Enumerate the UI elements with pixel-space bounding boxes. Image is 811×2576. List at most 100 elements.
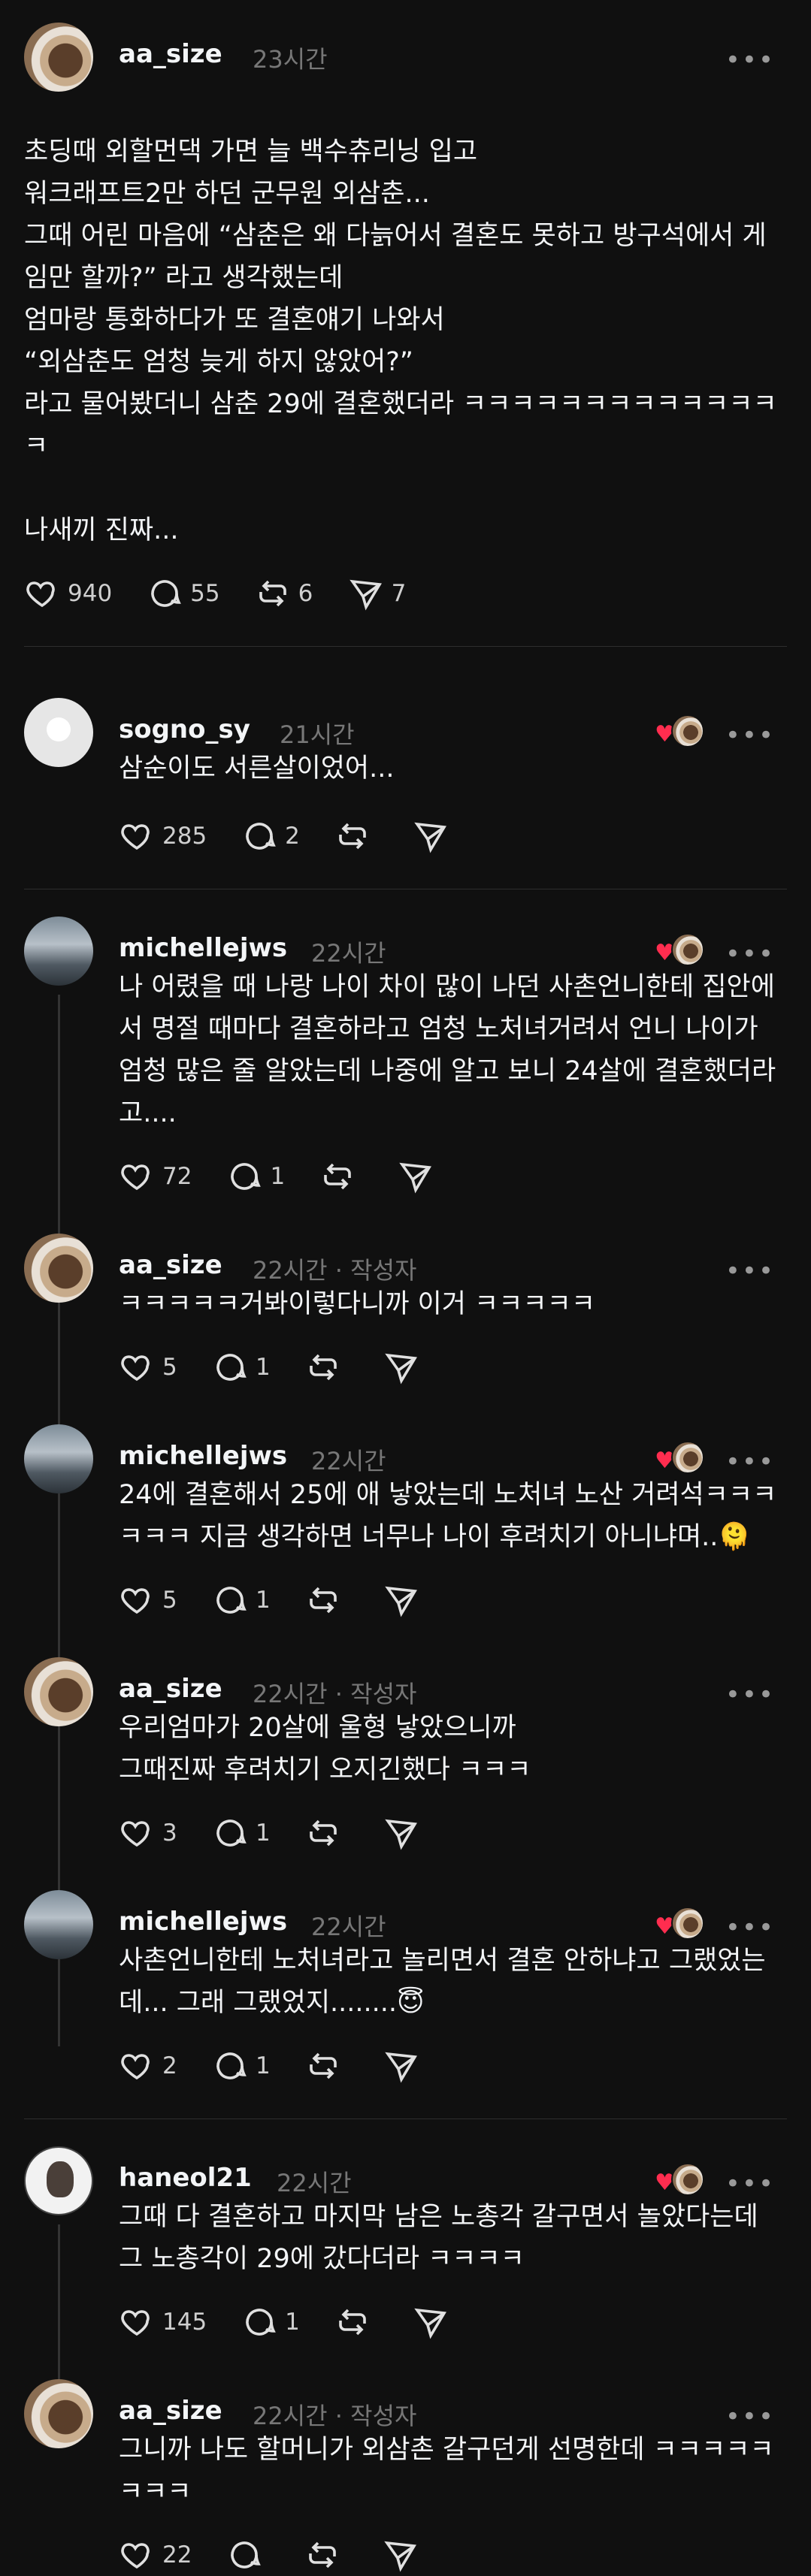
more-options-icon[interactable]: ••• [725, 720, 775, 750]
avatar[interactable] [24, 2379, 93, 2448]
liked-by-author-badge: ♥ [655, 2163, 704, 2199]
avatar[interactable] [24, 698, 93, 767]
more-options-icon[interactable]: ••• [725, 1447, 775, 1477]
username[interactable]: sogno_sy [119, 714, 250, 744]
share-button[interactable] [383, 2537, 426, 2573]
username[interactable]: haneol21 [119, 2163, 252, 2193]
heart-icon [121, 824, 150, 850]
share-button[interactable]: 7 [348, 575, 407, 612]
like-button[interactable]: 145 [119, 2304, 207, 2340]
share-button[interactable] [383, 2048, 427, 2084]
like-button[interactable]: 3 [119, 1815, 177, 1851]
more-options-icon[interactable]: ••• [725, 1680, 775, 1710]
repost-button[interactable] [305, 1349, 349, 1385]
repost-button[interactable] [305, 2048, 349, 2084]
reply: aa_size 22시간 · 작성자 ••• 우리엄마가 20살에 울형 낳았으… [0, 1621, 811, 1854]
comment-bubble-icon [151, 580, 181, 607]
share-button[interactable] [413, 2304, 456, 2340]
reply-header: aa_size 22시간 · 작성자 ••• [24, 1234, 787, 1309]
like-button[interactable]: 940 [24, 575, 112, 612]
reply-header: michellejws 22시간 ♥ ••• [24, 917, 787, 992]
like-count: 285 [162, 823, 207, 850]
comment-button[interactable]: 1 [241, 2304, 300, 2340]
comment-button[interactable]: 1 [212, 1815, 271, 1851]
repost-icon [339, 2309, 366, 2336]
avatar[interactable] [24, 917, 93, 986]
repost-button[interactable] [305, 1815, 349, 1851]
like-count: 3 [162, 1820, 177, 1847]
comment-button[interactable]: 1 [212, 1349, 271, 1385]
repost-icon [310, 1587, 337, 1614]
share-button[interactable] [383, 1815, 427, 1851]
more-options-icon[interactable]: ••• [725, 1256, 775, 1286]
avatar[interactable] [24, 23, 93, 92]
like-button[interactable]: 72 [119, 1158, 192, 1194]
comment-button[interactable]: 1 [212, 1582, 271, 1618]
comment-button[interactable]: 1 [226, 1158, 285, 1194]
send-icon [349, 579, 382, 611]
username[interactable]: aa_size [119, 39, 222, 69]
like-button[interactable]: 5 [119, 1582, 177, 1618]
like-button[interactable]: 5 [119, 1349, 177, 1385]
repost-button[interactable] [319, 1158, 363, 1194]
heart-icon [121, 1355, 150, 1382]
comment-button[interactable]: 1 [212, 2048, 271, 2084]
username[interactable]: aa_size [119, 1674, 222, 1704]
repost-button[interactable] [334, 818, 378, 854]
comment-bubble-icon [231, 2541, 262, 2568]
reply-actions: 22 [119, 2534, 787, 2576]
avatar[interactable] [24, 1234, 93, 1303]
share-button[interactable] [383, 1582, 427, 1618]
repost-icon [259, 580, 286, 607]
send-icon [385, 2052, 417, 2083]
repost-icon [310, 1820, 337, 1847]
comment-count: 55 [190, 580, 220, 607]
more-options-icon[interactable]: ••• [725, 2402, 775, 2432]
repost-button[interactable] [334, 2304, 378, 2340]
like-button[interactable]: 22 [119, 2537, 192, 2573]
heart-icon [121, 1821, 150, 1847]
comment-bubble-icon [231, 1163, 262, 1190]
avatar[interactable] [24, 1424, 93, 1493]
avatar[interactable] [24, 1657, 93, 1726]
reply-actions: 5 1 [119, 1346, 787, 1388]
comment-button[interactable]: 55 [147, 575, 220, 612]
username[interactable]: michellejws [119, 933, 287, 963]
heart-icon [121, 2310, 150, 2336]
username[interactable]: michellejws [119, 1907, 287, 1937]
share-button[interactable] [413, 818, 456, 854]
comment-button[interactable]: 2 [241, 818, 300, 854]
divider [24, 646, 787, 647]
reply-actions: 285 2 [119, 815, 787, 857]
more-options-icon[interactable]: ••• [725, 939, 775, 969]
send-icon [385, 1586, 417, 1617]
share-button[interactable] [398, 1158, 441, 1194]
author-avatar [671, 714, 704, 747]
post-time-value: 22시간 [253, 2402, 328, 2430]
author-avatar [671, 1907, 704, 1940]
avatar[interactable] [24, 2146, 93, 2215]
heart-icon [26, 581, 55, 608]
liked-by-author-badge: ♥ [655, 1907, 704, 1943]
username[interactable]: aa_size [119, 1250, 222, 1280]
post-header: aa_size 23시간 ••• [24, 23, 787, 98]
repost-button[interactable]: 6 [255, 575, 313, 612]
like-button[interactable]: 2 [119, 2048, 177, 2084]
repost-button[interactable] [304, 2537, 348, 2573]
more-options-icon[interactable]: ••• [725, 2169, 775, 2199]
post-text: 초딩때 외할먼댁 가면 늘 백수츄리닝 입고 워크래프트2만 하던 군무원 외삼… [24, 137, 777, 545]
send-icon [385, 1353, 417, 1385]
avatar[interactable] [24, 1890, 93, 1959]
more-options-icon[interactable]: ••• [725, 45, 775, 75]
like-button[interactable]: 285 [119, 818, 207, 854]
more-options-icon[interactable]: ••• [725, 1913, 775, 1943]
share-button[interactable] [383, 1349, 427, 1385]
post-time: 22시간 · 작성자 [253, 1675, 416, 1710]
comment-button[interactable] [226, 2537, 270, 2573]
reply-header: sogno_sy 21시간 ♥ ••• [24, 698, 787, 773]
username[interactable]: aa_size [119, 2396, 222, 2426]
reply-header: haneol21 22시간 ♥ ••• [24, 2146, 787, 2221]
post-time-value: 22시간 [253, 1256, 328, 1285]
username[interactable]: michellejws [119, 1441, 287, 1471]
repost-button[interactable] [305, 1582, 349, 1618]
